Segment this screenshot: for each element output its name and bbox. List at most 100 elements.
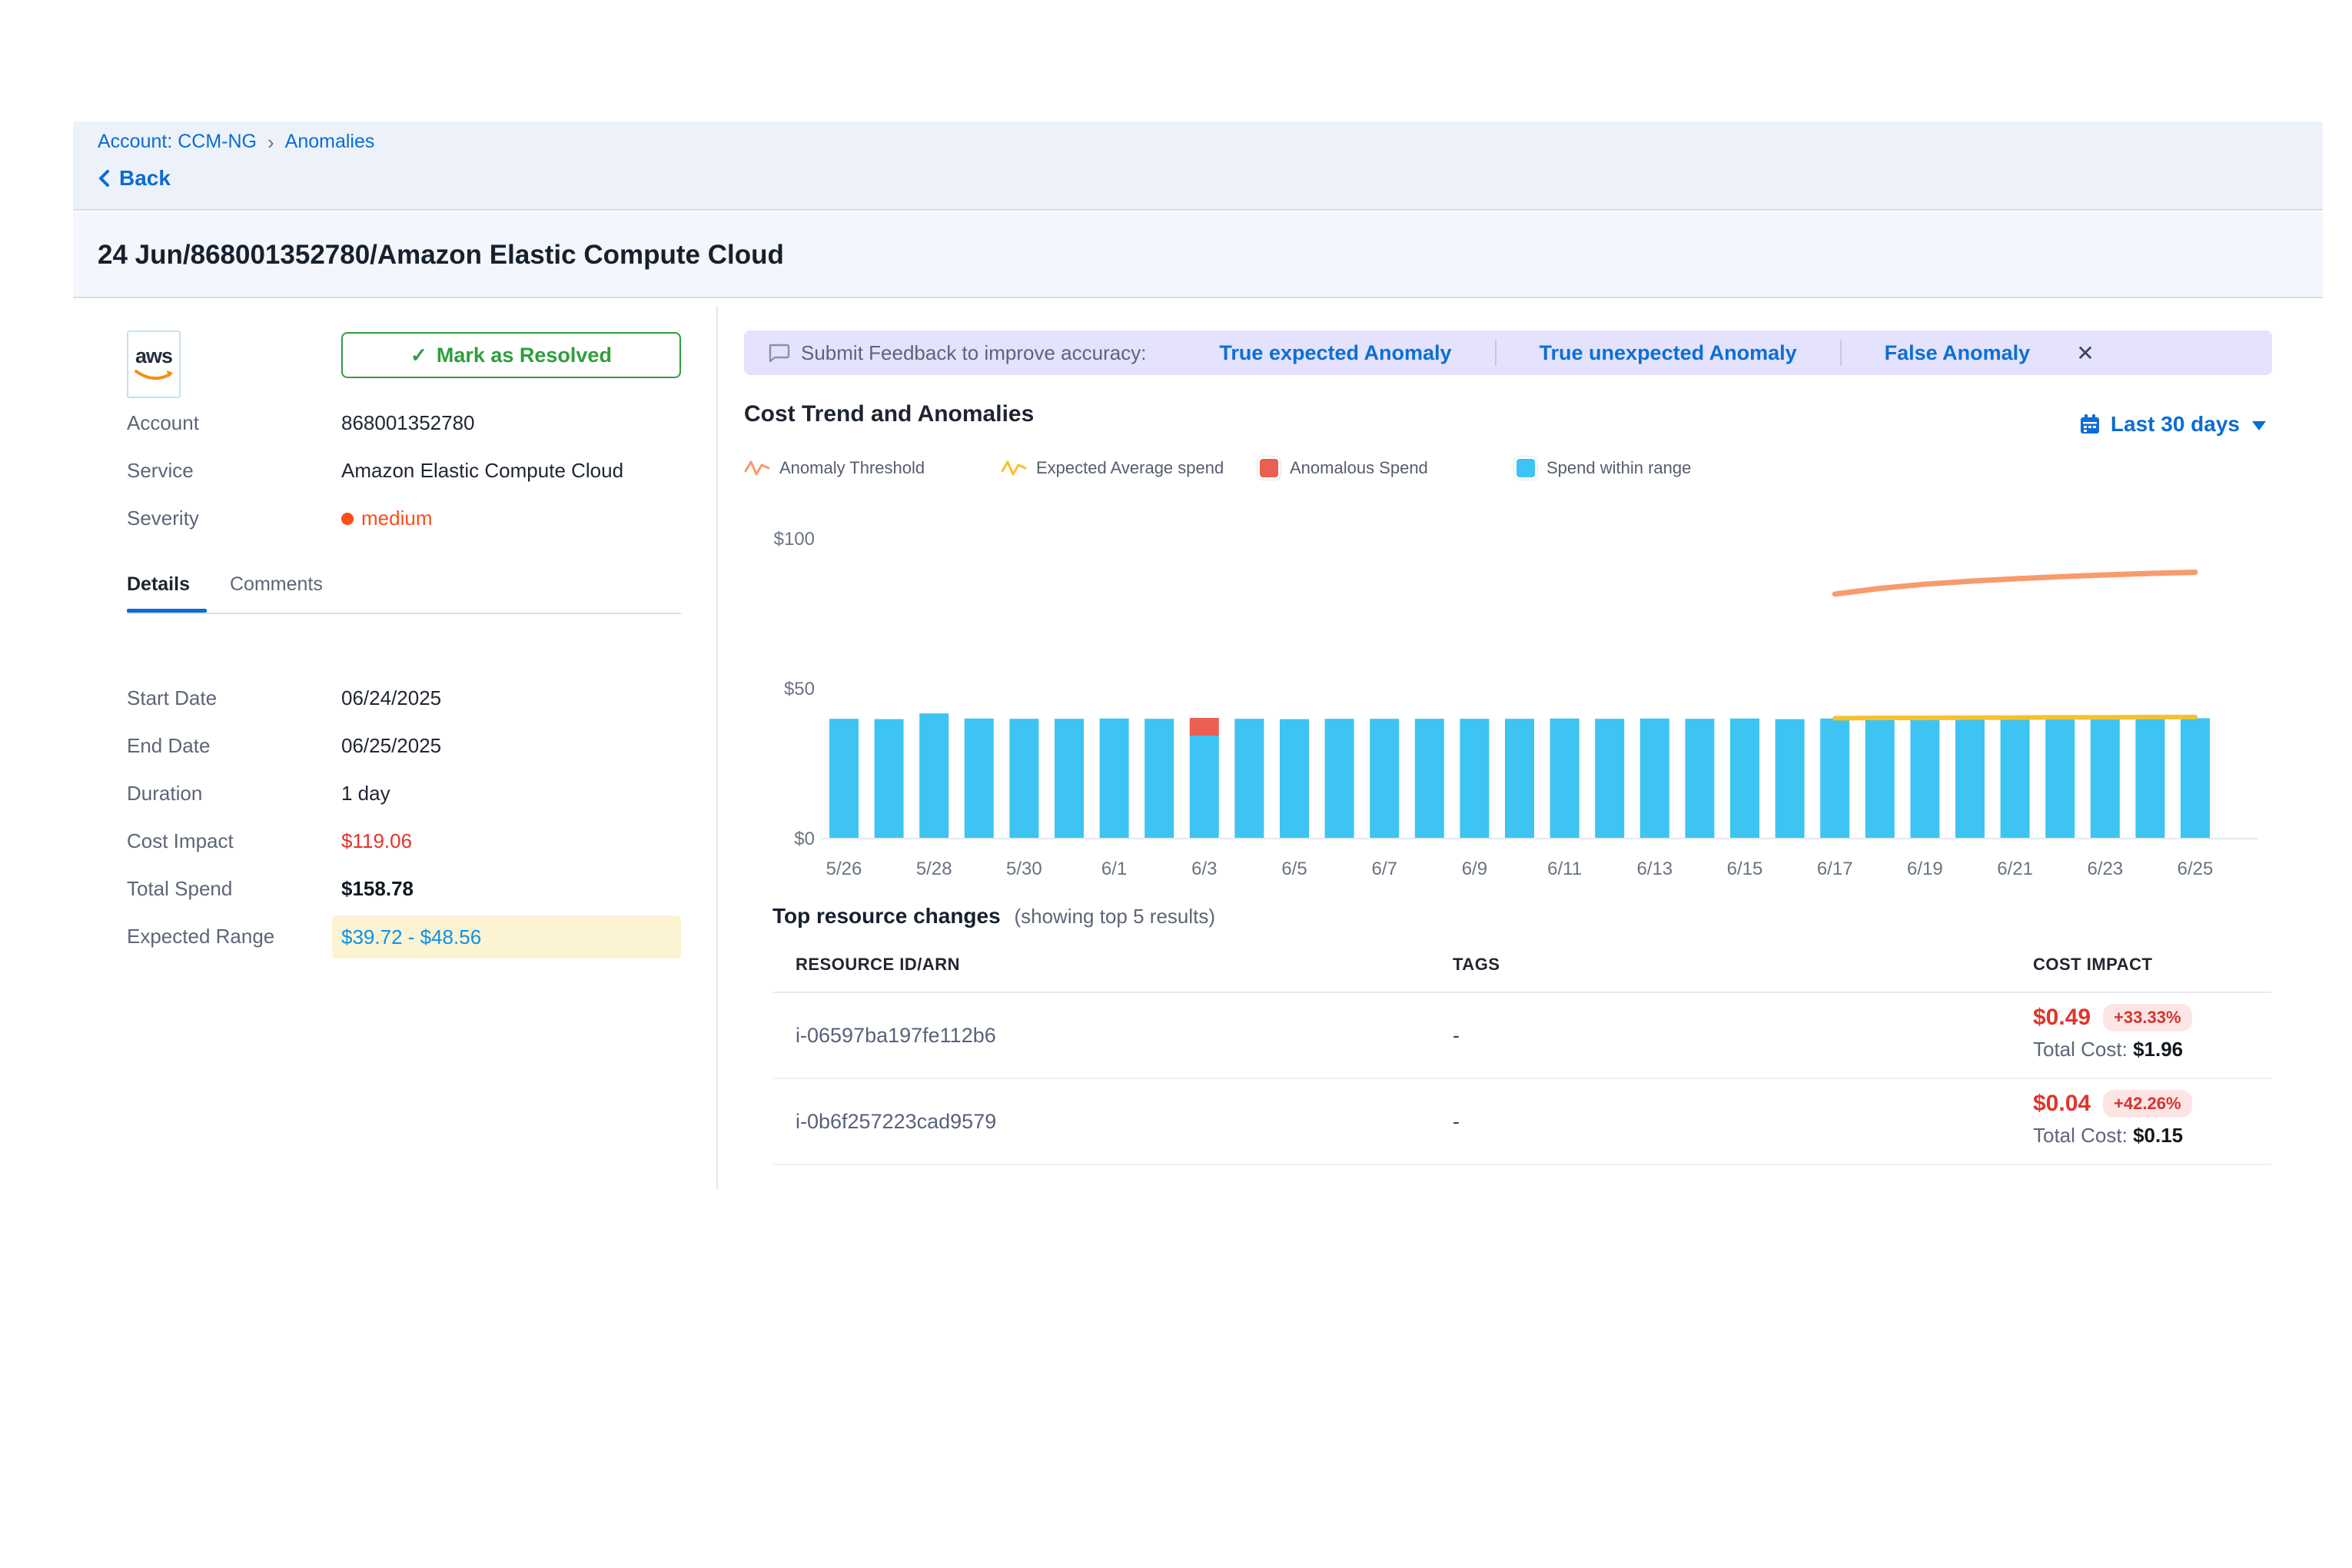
bar-6/3[interactable]: [1190, 736, 1219, 838]
bar-6/19[interactable]: [1910, 719, 1939, 838]
heading-text: Top resource changes: [772, 904, 1001, 928]
x-axis-tick: 5/30: [1006, 859, 1042, 879]
panel-divider: [716, 306, 718, 1190]
cost-trend-chart[interactable]: $0$50$1005/265/285/306/16/36/56/76/96/11…: [744, 507, 2274, 907]
feedback-divider: [1840, 340, 1842, 366]
x-axis-tick: 6/3: [1191, 859, 1217, 879]
heading-note: (showing top 5 results): [1014, 905, 1215, 928]
line-expected-average-spend[interactable]: [1835, 717, 2195, 719]
summary-row-account: Account 868001352780: [73, 411, 716, 442]
detail-row-total-spend: Total Spend $158.78: [73, 871, 716, 908]
feedback-prompt: Submit Feedback to improve accuracy:: [801, 341, 1146, 365]
bar-5/31[interactable]: [1055, 719, 1084, 838]
legend-expected-average-spend: Expected Average spend: [1001, 457, 1257, 479]
breadcrumb-account-link[interactable]: Account: CCM-NG: [98, 131, 257, 153]
detail-row-start-date: Start Date 06/24/2025: [73, 680, 716, 717]
x-axis-tick: 6/1: [1101, 859, 1127, 879]
bar-6/15[interactable]: [1730, 719, 1759, 838]
total-cost-label: Total Cost:: [2033, 1038, 2128, 1061]
bar-6/5[interactable]: [1280, 719, 1309, 838]
tab-comments[interactable]: Comments: [230, 573, 323, 596]
bar-6/6[interactable]: [1325, 719, 1354, 838]
breadcrumb: Account: CCM-NG › Anomalies: [98, 131, 374, 153]
severity-badge: medium: [341, 507, 432, 530]
resource-tags: -: [1453, 993, 1460, 1078]
feedback-false-anomaly[interactable]: False Anomaly: [1885, 341, 2031, 365]
bar-6/16[interactable]: [1776, 719, 1805, 838]
bar-5/26[interactable]: [829, 719, 859, 838]
column-resource-id: RESOURCE ID/ARN: [796, 955, 960, 975]
tabs-divider: [127, 613, 681, 614]
total-cost-value: $1.96: [2133, 1038, 2183, 1061]
total-spend-label: Total Spend: [127, 877, 232, 901]
legend-label: Anomalous Spend: [1290, 458, 1428, 478]
service-value: Amazon Elastic Compute Cloud: [341, 459, 623, 483]
anomaly-side-panel: aws ✓ Mark as Resolved Account 868001352…: [73, 298, 716, 1190]
chart-title: Cost Trend and Anomalies: [744, 401, 1034, 427]
bar-6/21[interactable]: [2001, 719, 2030, 838]
close-icon[interactable]: ✕: [2076, 341, 2094, 366]
feedback-divider: [1495, 340, 1497, 366]
bar-6/4[interactable]: [1234, 719, 1264, 838]
breadcrumb-anomalies-link[interactable]: Anomalies: [285, 131, 375, 153]
aws-provider-icon: aws: [127, 331, 181, 398]
resource-tags: -: [1453, 1079, 1460, 1164]
cost-impact-value: $119.06: [341, 829, 412, 853]
bar-6/22[interactable]: [2045, 719, 2075, 838]
chat-bubble-icon: [767, 341, 790, 364]
bar-6/18[interactable]: [1865, 719, 1895, 838]
x-axis-tick: 6/13: [1636, 859, 1673, 879]
bar-6/2[interactable]: [1144, 719, 1174, 838]
severity-dot-icon: [341, 513, 354, 525]
bar-6/7[interactable]: [1370, 719, 1399, 838]
tab-details[interactable]: Details: [127, 573, 190, 596]
bar-6/9[interactable]: [1460, 719, 1489, 838]
back-button[interactable]: Back: [96, 166, 171, 191]
legend-spend-within-range: Spend within range: [1514, 457, 1771, 480]
table-header-row: RESOURCE ID/ARN TAGS COST IMPACT: [772, 944, 2271, 993]
check-icon: ✓: [410, 344, 427, 367]
bar-6/1[interactable]: [1100, 719, 1129, 838]
bar-6/23[interactable]: [2091, 718, 2120, 838]
column-tags: TAGS: [1453, 955, 1500, 975]
bar-6/10[interactable]: [1505, 719, 1534, 838]
legend-label: Expected Average spend: [1036, 458, 1224, 478]
service-label: Service: [127, 459, 194, 483]
anomaly-bar-6/3[interactable]: [1190, 718, 1219, 736]
x-axis-tick: 6/9: [1462, 859, 1487, 879]
line-anomaly-threshold[interactable]: [1835, 572, 2195, 593]
y-axis-tick: $100: [774, 529, 815, 550]
legend-anomalous-spend: Anomalous Spend: [1257, 457, 1514, 480]
date-range-selector[interactable]: Last 30 days: [2078, 412, 2266, 437]
bar-5/29[interactable]: [965, 719, 994, 838]
bar-6/11[interactable]: [1550, 719, 1580, 838]
zigzag-line-icon: [1001, 457, 1027, 479]
x-axis-tick: 6/25: [2178, 859, 2214, 879]
table-row: i-06597ba197fe112b6 - $0.49 +33.33% Tota…: [772, 993, 2271, 1079]
x-axis-tick: 6/11: [1547, 859, 1582, 879]
mark-as-resolved-button[interactable]: ✓ Mark as Resolved: [341, 332, 681, 378]
bar-6/12[interactable]: [1595, 719, 1624, 838]
cost-delta-badge: +33.33%: [2103, 1004, 2191, 1031]
bar-6/8[interactable]: [1415, 719, 1444, 838]
x-axis-tick: 5/28: [916, 859, 952, 879]
feedback-true-unexpected-anomaly[interactable]: True unexpected Anomaly: [1540, 341, 1797, 365]
zigzag-line-icon: [744, 457, 770, 479]
duration-label: Duration: [127, 782, 202, 806]
bar-5/27[interactable]: [875, 719, 904, 838]
bar-6/13[interactable]: [1640, 719, 1669, 838]
start-date-value: 06/24/2025: [341, 686, 441, 710]
bar-6/24[interactable]: [2135, 718, 2164, 838]
expected-range-label: Expected Range: [127, 925, 274, 948]
legend-label: Anomaly Threshold: [779, 458, 925, 478]
bar-5/28[interactable]: [919, 713, 948, 838]
bar-6/14[interactable]: [1685, 719, 1714, 838]
total-cost-value: $0.15: [2133, 1124, 2183, 1147]
bar-5/30[interactable]: [1009, 719, 1038, 838]
bar-6/25[interactable]: [2181, 718, 2210, 838]
y-axis-tick: $0: [794, 829, 815, 849]
end-date-label: End Date: [127, 734, 210, 758]
feedback-true-expected-anomaly[interactable]: True expected Anomaly: [1219, 341, 1451, 365]
bar-6/20[interactable]: [1955, 719, 1985, 838]
bar-6/17[interactable]: [1820, 719, 1849, 838]
